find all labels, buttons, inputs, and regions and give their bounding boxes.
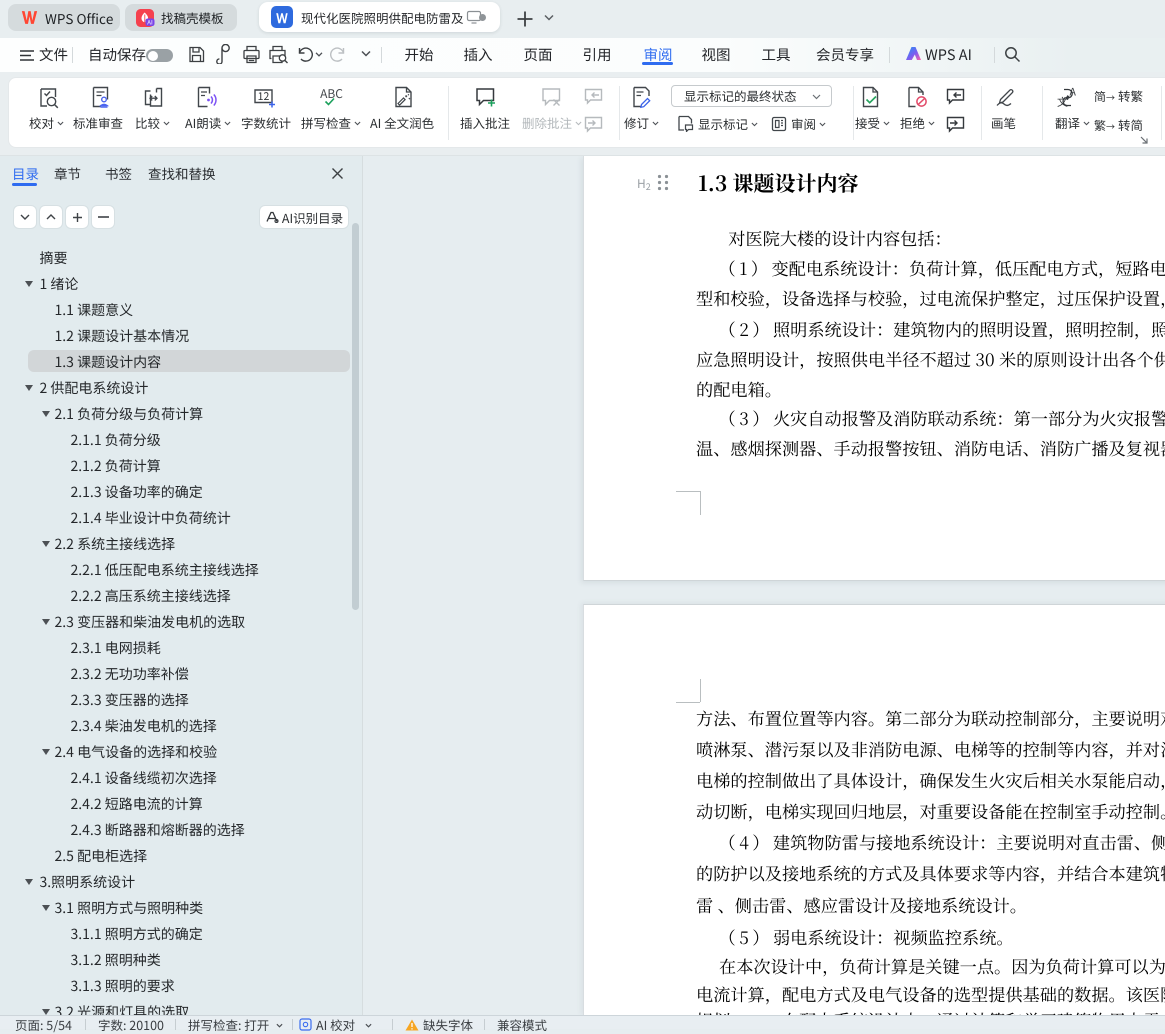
svg-text:AI: AI: [147, 17, 153, 26]
svg-text:12: 12: [258, 89, 270, 104]
svg-text:ABC: ABC: [320, 87, 343, 102]
